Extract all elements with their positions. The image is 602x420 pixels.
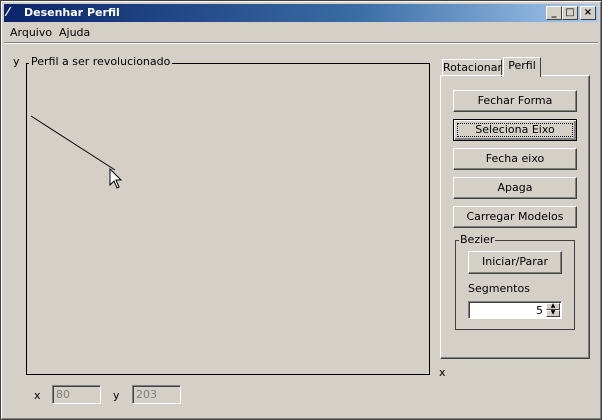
menu-ajuda[interactable]: Ajuda (59, 26, 90, 39)
menu-bar: Arquivo Ajuda (4, 23, 598, 42)
seleciona-eixo-button[interactable]: Seleciona Eixo (453, 119, 577, 141)
spinner-buttons: ▲ ▼ (546, 303, 560, 317)
title-bar[interactable]: ⁄ Desenhar Perfil _ □ × (4, 4, 598, 22)
menu-arquivo[interactable]: Arquivo (10, 26, 52, 39)
x-coord-label: x (34, 389, 41, 402)
perfil-tab-panel: Fechar Forma Seleciona Eixo Fecha eixo A… (440, 75, 590, 359)
profile-drawing (30, 115, 116, 171)
canvas-title: Perfil a ser revolucionado (29, 55, 173, 69)
mouse-cursor-icon (109, 168, 123, 189)
window-title: Desenhar Perfil (24, 6, 120, 19)
carregar-modelos-button[interactable]: Carregar Modelos (453, 206, 577, 228)
menu-separator (4, 42, 598, 44)
fechar-forma-button[interactable]: Fechar Forma (453, 90, 577, 112)
tab-control: Rotacionar Perfil Fechar Forma Seleciona… (440, 57, 590, 359)
profile-canvas-group: Perfil a ser revolucionado (26, 55, 430, 375)
iniciar-parar-button[interactable]: Iniciar/Parar (468, 251, 562, 274)
segmentos-spinner: ▲ ▼ (468, 301, 562, 319)
apaga-button[interactable]: Apaga (453, 177, 577, 199)
x-coord-field (52, 385, 101, 404)
app-icon: ⁄ (7, 5, 10, 19)
main-window: ⁄ Desenhar Perfil _ □ × Arquivo Ajuda y Pe… (0, 0, 602, 420)
y-axis-label: y (13, 55, 20, 68)
maximize-button[interactable]: □ (562, 6, 578, 20)
bezier-group-title: Bezier (459, 233, 496, 247)
segmentos-input[interactable] (471, 303, 543, 317)
profile-line (30, 115, 116, 171)
tab-perfil[interactable]: Perfil (503, 57, 541, 77)
window-controls: _ □ × (546, 6, 596, 20)
segmentos-label: Segmentos (468, 282, 530, 295)
profile-canvas[interactable] (26, 63, 430, 375)
y-coord-label: y (113, 389, 120, 402)
fecha-eixo-button[interactable]: Fecha eixo (453, 148, 577, 170)
minimize-button[interactable]: _ (546, 6, 562, 20)
bezier-group: Bezier Iniciar/Parar Segmentos ▲ ▼ (455, 233, 575, 330)
close-button[interactable]: × (580, 6, 596, 20)
spin-down-icon[interactable]: ▼ (546, 310, 560, 317)
x-axis-label: x (439, 366, 446, 379)
y-coord-field (132, 385, 181, 404)
